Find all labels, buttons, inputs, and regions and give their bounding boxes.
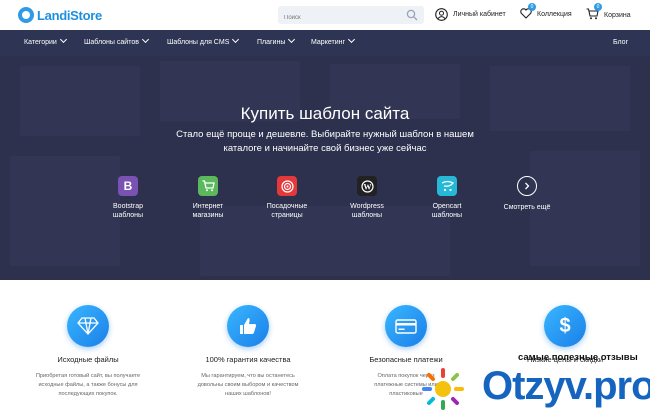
- category-bootstrap[interactable]: B Bootstrap шаблоны: [93, 176, 163, 220]
- feature-title: Исходные файлы: [57, 355, 119, 364]
- search-input[interactable]: [278, 9, 410, 27]
- thumbs-up-icon: [227, 305, 269, 347]
- account-label: Личный кабинет: [453, 11, 506, 18]
- sun-logo-icon: [422, 368, 464, 410]
- category-opencart[interactable]: Opencart шаблоны: [412, 176, 482, 220]
- nav-item-plugins[interactable]: Плагины: [257, 35, 296, 46]
- bootstrap-icon: B: [118, 176, 138, 196]
- cart-label: Корзина: [604, 11, 631, 19]
- diamond-icon: [67, 305, 109, 347]
- chevron-down-icon: [348, 35, 356, 44]
- account-link[interactable]: Личный кабинет: [435, 8, 506, 21]
- logo-text: LandiStore: [37, 7, 102, 23]
- main-nav: Категории Шаблоны сайтов Шаблоны для CMS…: [0, 30, 650, 56]
- chevron-right-icon: [517, 176, 537, 196]
- nav-item-site-templates[interactable]: Шаблоны сайтов: [84, 35, 149, 46]
- chevron-down-icon: [141, 35, 149, 44]
- see-more-link[interactable]: Смотреть ещё: [492, 176, 562, 212]
- target-icon: [277, 176, 297, 196]
- category-wordpress[interactable]: W Wordpress шаблоны: [332, 176, 402, 220]
- search-icon[interactable]: [406, 9, 418, 21]
- chevron-down-icon: [288, 35, 296, 44]
- nav-item-cms-templates[interactable]: Шаблоны для CMS: [167, 35, 240, 46]
- nav-item-blog[interactable]: Блог: [613, 39, 628, 46]
- watermark: самые полезные отзывы Otzyv.pro: [420, 350, 650, 416]
- feature-description: Приобретая готовый сайт, вы получаете исх…: [35, 373, 141, 397]
- collection-link[interactable]: 0 Коллекция: [520, 3, 572, 21]
- feature-source-files: Исходные файлы Приобретая готовый сайт, …: [13, 305, 163, 399]
- watermark-tagline: самые полезные отзывы: [518, 352, 638, 363]
- category-landing-pages[interactable]: Посадочные страницы: [252, 176, 322, 220]
- feature-description: Мы гарантируем, что вы останетесь довольн…: [197, 373, 299, 397]
- hero-banner: [0, 56, 650, 280]
- collection-badge: 0: [528, 3, 536, 11]
- search-box: [278, 6, 424, 27]
- dollar-icon: $: [544, 305, 586, 347]
- site-header: LandiStore Личный кабинет 0 Коллекция: [0, 0, 650, 30]
- feature-title: 100% гарантия качества: [205, 355, 291, 364]
- nav-item-marketing[interactable]: Маркетинг: [311, 35, 356, 46]
- watermark-brand: Otzyv.pro: [482, 364, 650, 408]
- chevron-down-icon: [232, 35, 240, 44]
- user-icon: [435, 8, 448, 21]
- svg-text:W: W: [363, 182, 371, 191]
- nav-item-categories[interactable]: Категории: [24, 35, 67, 46]
- feature-quality-guarantee: 100% гарантия качества Мы гарантируем, ч…: [173, 305, 323, 399]
- logo-icon: [18, 7, 34, 23]
- wordpress-icon: W: [357, 176, 377, 196]
- category-online-stores[interactable]: Интернет магазины: [173, 176, 243, 220]
- credit-card-icon: [385, 305, 427, 347]
- chevron-down-icon: [59, 35, 67, 44]
- cart-link[interactable]: 0 Корзина: [586, 3, 631, 22]
- collection-label: Коллекция: [537, 11, 572, 18]
- cart-icon: [198, 176, 218, 196]
- hero-subtitle: Стало ещё проще и дешевле. Выбирайте нуж…: [176, 129, 474, 154]
- cart-badge: 0: [594, 3, 602, 11]
- logo[interactable]: LandiStore: [18, 6, 102, 24]
- hero-title: Купить шаблон сайта: [240, 104, 410, 123]
- opencart-icon: [437, 176, 457, 196]
